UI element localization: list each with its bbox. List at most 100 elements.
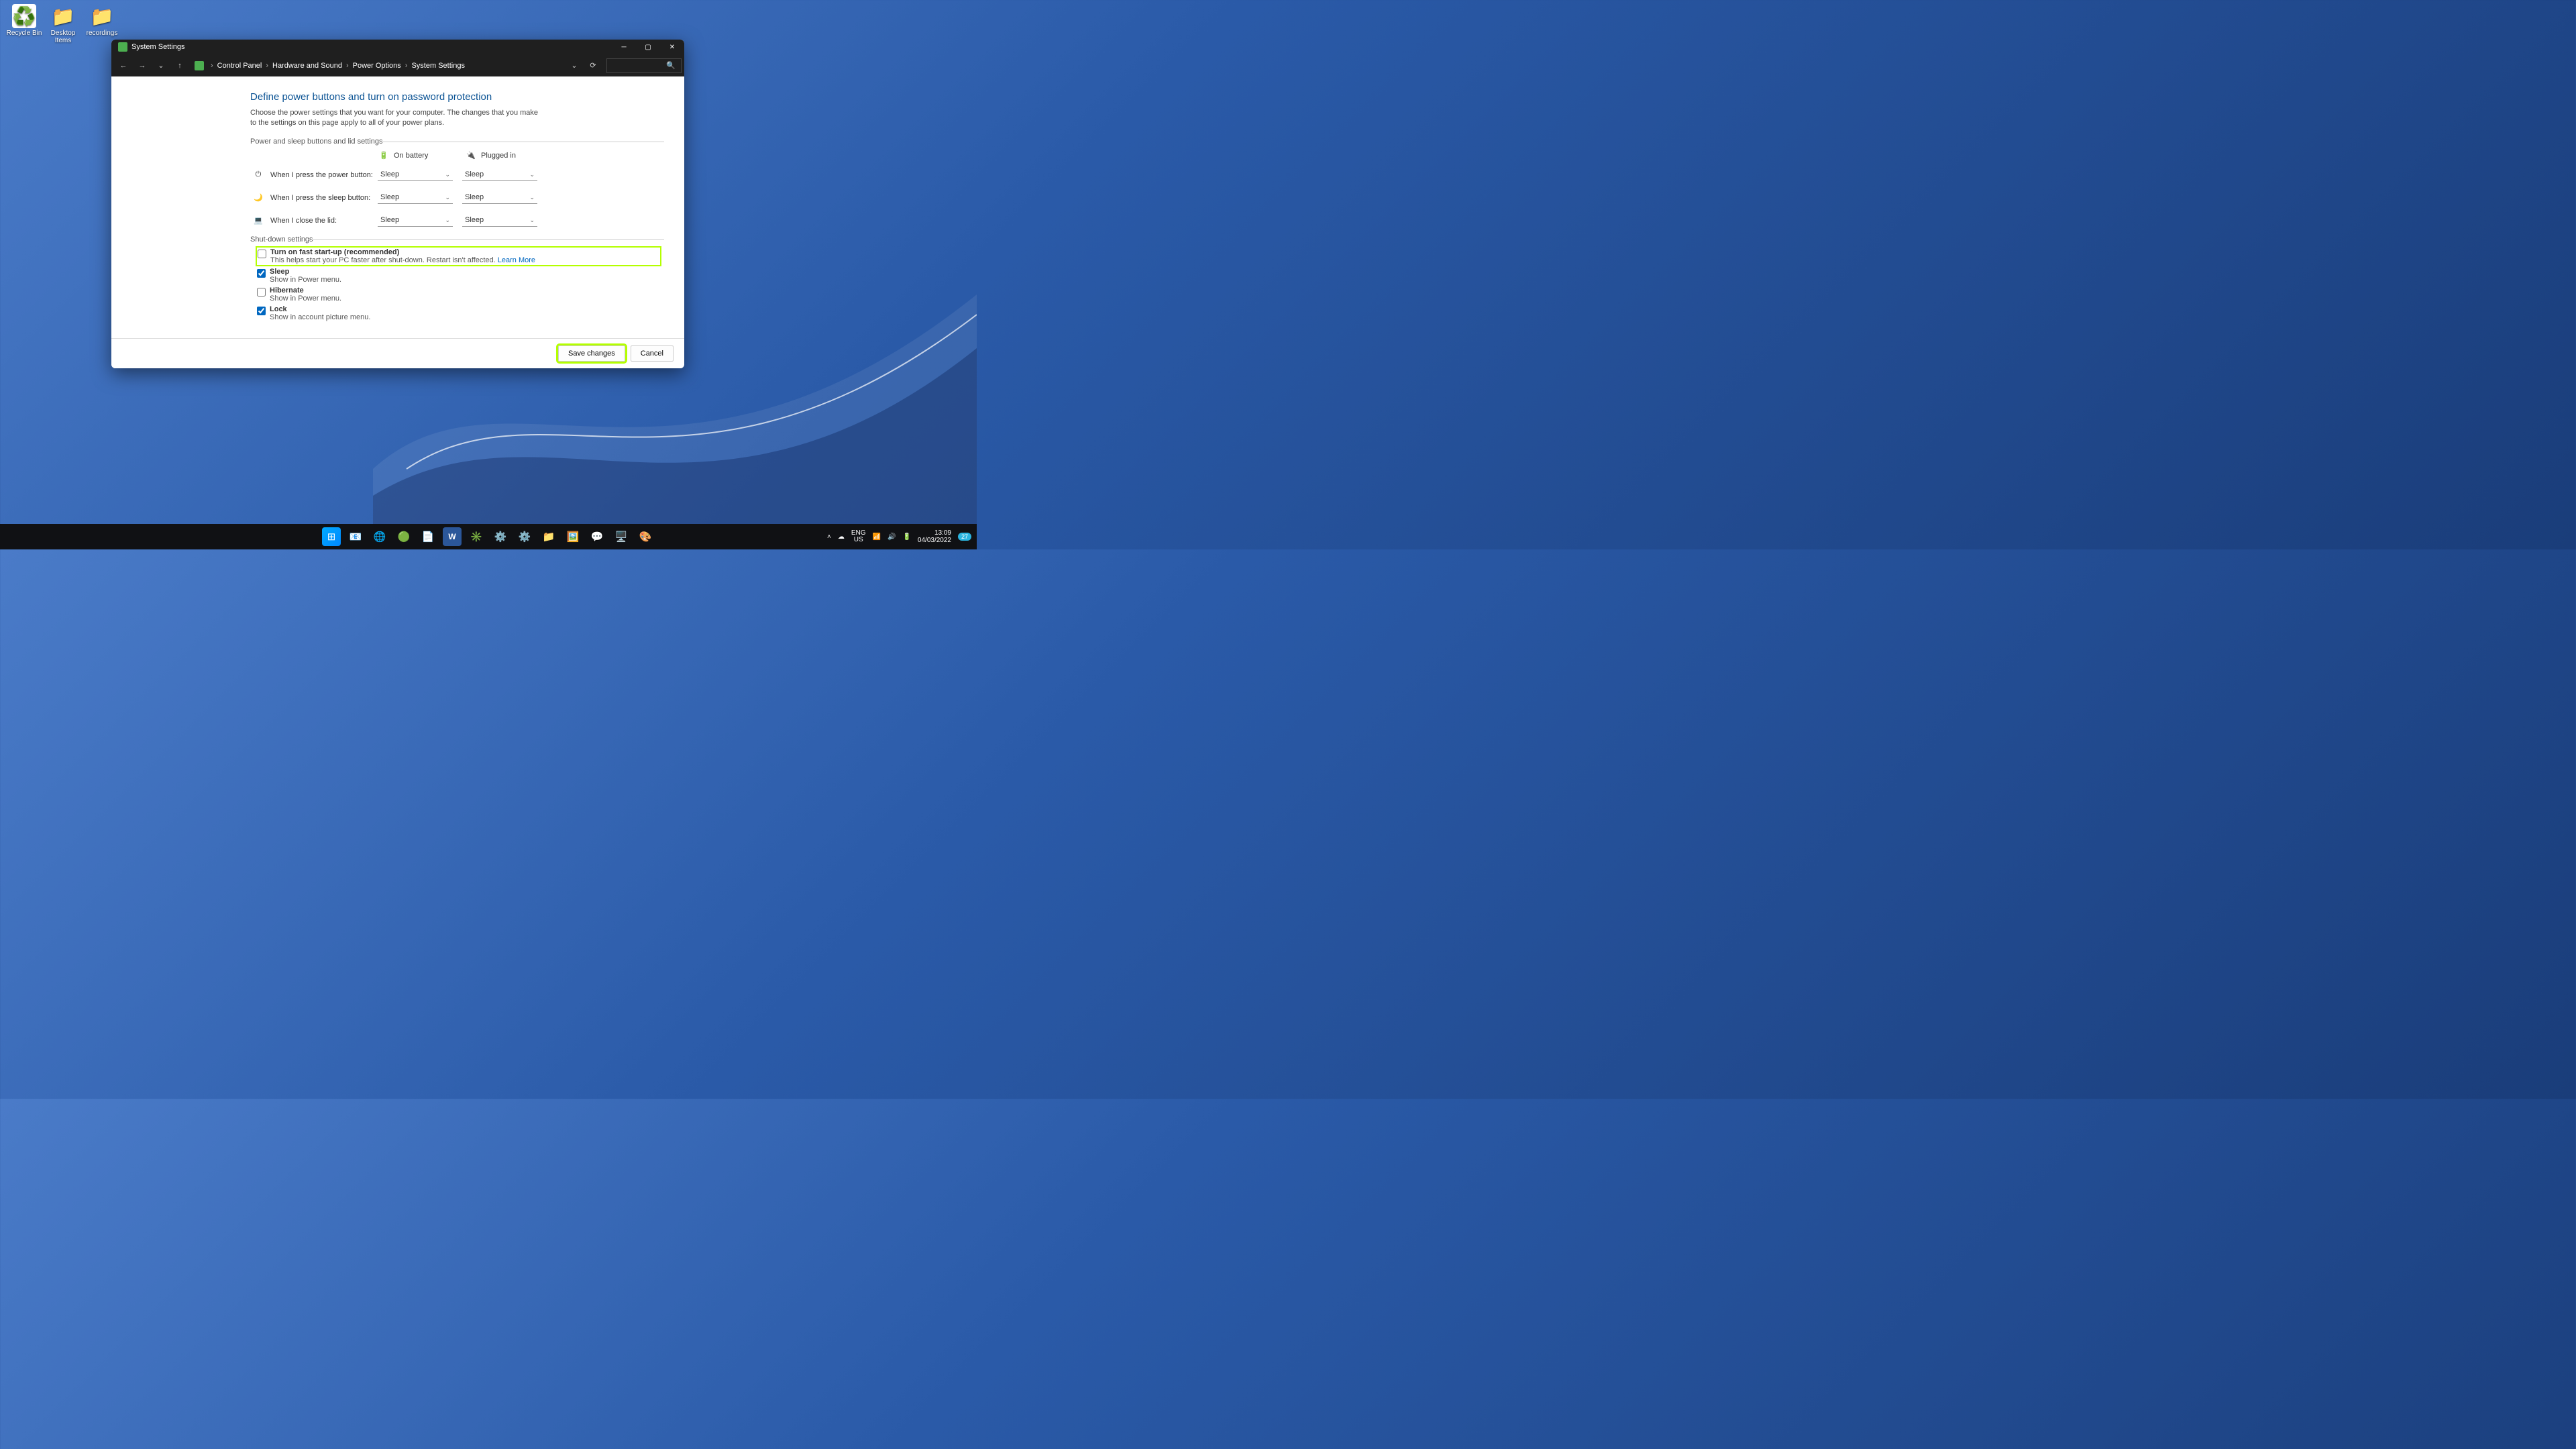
minimize-button[interactable]: ─ — [612, 40, 636, 54]
search-input[interactable]: 🔍 — [606, 58, 682, 73]
sleep-option: Sleep Show in Power menu. — [257, 268, 660, 284]
recycle-bin-icon: ♻️ — [12, 4, 36, 28]
taskbar-app-monitor[interactable]: 🖥️ — [612, 527, 631, 546]
maximize-button[interactable]: ▢ — [636, 40, 660, 54]
cancel-button[interactable]: Cancel — [631, 345, 674, 362]
lock-checkbox[interactable] — [257, 307, 266, 315]
refresh-button[interactable]: ⟳ — [584, 56, 602, 75]
option-subtitle: Show in Power menu. — [270, 294, 341, 303]
row-label: When I press the power button: — [270, 171, 378, 179]
taskbar-app-slack[interactable]: ✳️ — [467, 527, 486, 546]
taskbar-app-word[interactable]: W — [443, 527, 462, 546]
option-subtitle: Show in account picture menu. — [270, 313, 370, 321]
option-title: Lock — [270, 305, 370, 313]
start-button[interactable]: ⊞ — [322, 527, 341, 546]
sleep-button-icon: 🌙 — [250, 190, 266, 206]
row-label: When I close the lid: — [270, 217, 378, 225]
breadcrumb-item[interactable]: Hardware and Sound — [272, 62, 342, 70]
row-label: When I press the sleep button: — [270, 194, 378, 202]
plug-icon: 🔌 — [465, 150, 477, 162]
power-button-battery-dropdown[interactable]: Sleep⌄ — [378, 169, 453, 181]
taskbar-app-notes[interactable]: 📄 — [419, 527, 437, 546]
app-icon — [118, 42, 127, 52]
power-button-icon: ⏻ — [250, 167, 266, 183]
taskbar-app-chrome[interactable]: 🟢 — [394, 527, 413, 546]
chevron-right-icon: › — [346, 62, 349, 70]
language-indicator[interactable]: ENG US — [851, 530, 866, 543]
section-power-sleep-label: Power and sleep buttons and lid settings — [250, 138, 660, 146]
taskbar-app-outlook[interactable]: 📧 — [346, 527, 365, 546]
nav-up-button[interactable]: ↑ — [170, 56, 189, 75]
chevron-down-icon: ⌄ — [445, 171, 450, 178]
clock-time: 13:09 — [918, 529, 951, 537]
page-heading: Define power buttons and turn on passwor… — [250, 91, 660, 103]
nav-back-button[interactable]: ← — [114, 56, 133, 75]
breadcrumb-item[interactable]: System Settings — [411, 62, 464, 70]
row-power-button: ⏻ When I press the power button: Sleep⌄ … — [250, 167, 660, 183]
chevron-down-icon: ⌄ — [445, 217, 450, 224]
fast-startup-option: Turn on fast start-up (recommended) This… — [257, 248, 660, 265]
page-description: Choose the power settings that you want … — [250, 108, 544, 128]
sleep-button-battery-dropdown[interactable]: Sleep⌄ — [378, 192, 453, 204]
sleep-checkbox[interactable] — [257, 269, 266, 278]
nav-recent-button[interactable]: ⌄ — [152, 56, 170, 75]
option-subtitle: This helps start your PC faster after sh… — [270, 256, 535, 264]
battery-tray-icon[interactable]: 🔋 — [902, 533, 910, 541]
column-label: On battery — [394, 152, 428, 160]
folder-icon: 📁 — [51, 4, 75, 28]
save-changes-button[interactable]: Save changes — [558, 345, 625, 362]
option-title: Hibernate — [270, 286, 341, 294]
folder-icon: 📁 — [90, 4, 114, 28]
clock-date: 04/03/2022 — [918, 537, 951, 544]
battery-icon: 🔋 — [378, 150, 390, 162]
system-settings-window: System Settings ─ ▢ ✕ ← → ⌄ ↑ › Control … — [111, 40, 684, 368]
window-title: System Settings — [131, 43, 184, 51]
fast-startup-checkbox[interactable] — [258, 250, 266, 258]
chevron-down-icon: ⌄ — [445, 194, 450, 201]
column-label: Plugged in — [481, 152, 516, 160]
desktop-recycle-bin[interactable]: ♻️ Recycle Bin — [4, 4, 44, 37]
window-titlebar[interactable]: System Settings ─ ▢ ✕ — [111, 40, 684, 54]
taskbar: ⊞ 📧 🌐 🟢 📄 W ✳️ ⚙️ ⚙️ 📁 🖼️ 💬 🖥️ 🎨 ˄ ☁ ENG… — [0, 524, 977, 549]
option-subtitle: Show in Power menu. — [270, 276, 341, 284]
taskbar-app-wechat[interactable]: 💬 — [588, 527, 606, 546]
learn-more-link[interactable]: Learn More — [498, 256, 535, 264]
chevron-right-icon: › — [405, 62, 408, 70]
taskbar-app-photos[interactable]: 🖼️ — [564, 527, 582, 546]
nav-forward-button[interactable]: → — [133, 56, 152, 75]
wifi-icon[interactable]: 📶 — [873, 533, 881, 541]
desktop-icon-label: Desktop Items — [43, 30, 83, 44]
breadcrumb-item[interactable]: Power Options — [353, 62, 401, 70]
close-button[interactable]: ✕ — [660, 40, 684, 54]
chevron-down-icon: ⌄ — [529, 217, 535, 224]
lid-plugged-dropdown[interactable]: Sleep⌄ — [462, 215, 537, 227]
chevron-right-icon: › — [211, 62, 213, 70]
taskbar-app-explorer[interactable]: 📁 — [539, 527, 558, 546]
taskbar-app-paint[interactable]: 🎨 — [636, 527, 655, 546]
onedrive-icon[interactable]: ☁ — [838, 533, 845, 541]
search-icon: 🔍 — [666, 61, 676, 70]
tray-overflow-button[interactable]: ˄ — [827, 533, 831, 541]
window-footer: Save changes Cancel — [111, 338, 684, 368]
option-title: Turn on fast start-up (recommended) — [270, 248, 535, 256]
column-plugged-in: 🔌 Plugged in — [465, 150, 552, 162]
hibernate-option: Hibernate Show in Power menu. — [257, 286, 660, 303]
clock[interactable]: 13:09 04/03/2022 — [918, 529, 951, 544]
taskbar-app-browser[interactable]: 🌐 — [370, 527, 389, 546]
desktop-folder-recordings[interactable]: 📁 recordings — [82, 4, 122, 37]
breadcrumb-item[interactable]: Control Panel — [217, 62, 262, 70]
desktop-folder-items[interactable]: 📁 Desktop Items — [43, 4, 83, 44]
hibernate-checkbox[interactable] — [257, 288, 266, 297]
power-button-plugged-dropdown[interactable]: Sleep⌄ — [462, 169, 537, 181]
volume-icon[interactable]: 🔊 — [888, 533, 896, 541]
section-shutdown-label: Shut-down settings — [250, 235, 660, 244]
address-dropdown-button[interactable]: ⌄ — [565, 56, 584, 75]
taskbar-app-settings[interactable]: ⚙️ — [491, 527, 510, 546]
lid-icon: 💻 — [250, 213, 266, 229]
left-sidebar — [111, 76, 250, 338]
notification-badge[interactable]: 27 — [958, 533, 971, 541]
column-on-battery: 🔋 On battery — [378, 150, 465, 162]
sleep-button-plugged-dropdown[interactable]: Sleep⌄ — [462, 192, 537, 204]
lid-battery-dropdown[interactable]: Sleep⌄ — [378, 215, 453, 227]
taskbar-app-gear[interactable]: ⚙️ — [515, 527, 534, 546]
